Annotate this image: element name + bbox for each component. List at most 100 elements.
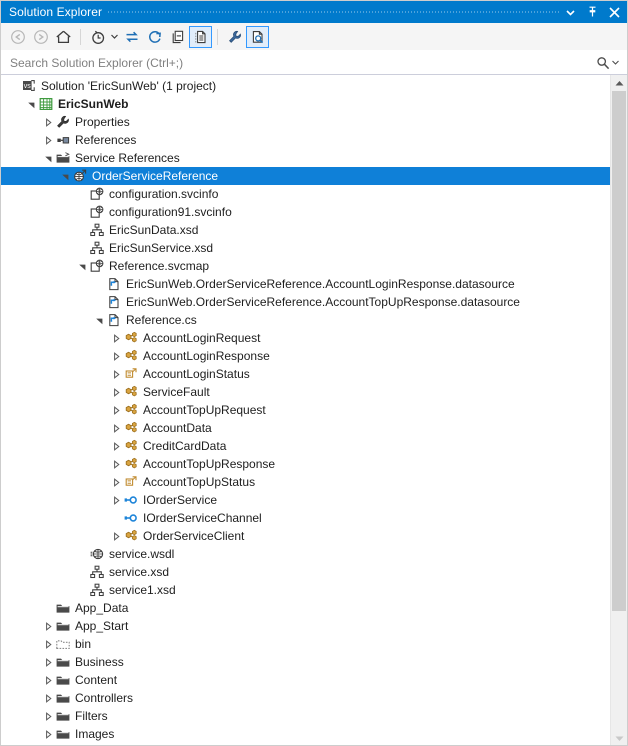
tree-row[interactable]: OrderServiceReference [1,167,610,185]
back-button[interactable] [6,26,29,48]
scrollbar-thumb[interactable] [612,91,626,611]
tree-expander-toggle[interactable] [93,311,106,329]
pending-changes-button[interactable] [86,26,109,48]
tree-row[interactable]: Service References [1,149,610,167]
tree-row[interactable]: AccountTopUpResponse [1,455,610,473]
xsd-icon [90,583,104,597]
tree-expander-toggle[interactable] [25,95,38,113]
tree-expander-toggle[interactable] [42,149,55,167]
search-button[interactable] [596,56,623,70]
tree-expander-placeholder [93,293,106,311]
tree-row[interactable]: EricSunData.xsd [1,221,610,239]
preview-selected-items-button[interactable] [246,25,269,48]
tree-expander-toggle[interactable] [42,671,55,689]
tree-row[interactable]: IOrderService [1,491,610,509]
tree-row[interactable]: EricSunWeb.OrderServiceReference.Account… [1,293,610,311]
tree-expander-toggle[interactable] [42,617,55,635]
enum-icon [125,476,137,486]
tree-row[interactable]: References [1,131,610,149]
tree-row[interactable]: Content [1,671,610,689]
close-icon [608,6,620,18]
tree-row[interactable]: AccountData [1,419,610,437]
solution-tree[interactable]: vs Solution 'EricSunWeb' (1 project) EricS… [1,75,610,745]
window-title: Solution Explorer [9,5,103,19]
tree-expander-toggle[interactable] [110,455,123,473]
home-button[interactable] [52,26,75,48]
auto-hide-button[interactable] [581,2,603,22]
expander-collapsed-icon [46,117,52,127]
tree-row[interactable]: Filters [1,707,610,725]
pending-changes-dropdown[interactable] [109,26,120,48]
svcinfo-icon [89,258,105,274]
collapse-all-button[interactable] [166,26,189,48]
sync-with-active-document-button[interactable] [120,26,143,48]
tree-expander-toggle[interactable] [42,725,55,743]
tree-row[interactable]: configuration91.svcinfo [1,203,610,221]
tree-expander-toggle[interactable] [42,653,55,671]
tree-row[interactable]: ServiceFault [1,383,610,401]
tree-expander-toggle[interactable] [110,419,123,437]
tree-expander-toggle[interactable] [110,401,123,419]
tree-row[interactable]: CreditCardData [1,437,610,455]
tree-expander-toggle[interactable] [110,473,123,491]
tree-row[interactable]: EricSunWeb [1,95,610,113]
tree-row[interactable]: EricSunService.xsd [1,239,610,257]
tree-row-label: AccountData [143,421,212,435]
tree-expander-toggle[interactable] [42,131,55,149]
show-all-files-button[interactable] [189,25,212,48]
svcinfo-icon [90,259,104,272]
tree-row[interactable]: bin [1,635,610,653]
window-menu-button[interactable] [559,2,581,22]
tree-expander-toggle[interactable] [42,113,55,131]
tree-row[interactable]: AccountLoginStatus [1,365,610,383]
tree-row[interactable]: OrderServiceClient [1,527,610,545]
tree-expander-placeholder [76,581,89,599]
tree-row[interactable]: service.wsdl [1,545,610,563]
tree-expander-toggle[interactable] [110,347,123,365]
tree-row[interactable]: service1.xsd [1,581,610,599]
tree-row[interactable]: vs Solution 'EricSunWeb' (1 project) [1,77,610,95]
refresh-button[interactable] [143,26,166,48]
tree-expander-toggle[interactable] [42,689,55,707]
tree-expander-toggle[interactable] [110,491,123,509]
tree-expander-toggle[interactable] [42,635,55,653]
class-icon [125,529,137,541]
tree-expander-toggle[interactable] [76,257,89,275]
vertical-scrollbar[interactable] [610,75,627,745]
svg-text:vs: vs [24,83,32,90]
close-button[interactable] [603,2,625,22]
tree-expander-toggle[interactable] [110,383,123,401]
xsd-icon [90,565,104,579]
tree-row[interactable]: AccountLoginResponse [1,347,610,365]
tree-expander-toggle[interactable] [59,167,72,185]
properties-button[interactable] [223,26,246,48]
forward-button[interactable] [29,26,52,48]
tree-row[interactable]: App_Start [1,617,610,635]
tree-row[interactable]: EricSunWeb.OrderServiceReference.Account… [1,275,610,293]
tree-row[interactable]: Business [1,653,610,671]
tree-expander-toggle[interactable] [42,707,55,725]
tree-row[interactable]: AccountTopUpStatus [1,473,610,491]
tree-row[interactable]: service.xsd [1,563,610,581]
tree-expander-toggle[interactable] [110,437,123,455]
tree-row-label: AccountLoginStatus [143,367,250,381]
tree-row[interactable]: Reference.svcmap [1,257,610,275]
tree-row[interactable]: Images [1,725,610,743]
tree-row[interactable]: IOrderServiceChannel [1,509,610,527]
tree-row[interactable]: configuration.svcinfo [1,185,610,203]
tree-row[interactable]: App_Data [1,599,610,617]
tree-row[interactable]: Reference.cs [1,311,610,329]
tree-expander-toggle[interactable] [110,329,123,347]
search-input[interactable] [10,52,596,73]
scrollbar-track[interactable] [611,91,627,730]
tree-expander-toggle[interactable] [110,365,123,383]
tree-row[interactable]: Properties [1,113,610,131]
scroll-up-button[interactable] [611,75,627,91]
scroll-down-button[interactable] [611,730,627,745]
tree-row[interactable]: AccountTopUpRequest [1,401,610,419]
tree-expander-toggle[interactable] [110,527,123,545]
tree-row[interactable]: AccountLoginRequest [1,329,610,347]
tree-row[interactable]: Controllers [1,689,610,707]
